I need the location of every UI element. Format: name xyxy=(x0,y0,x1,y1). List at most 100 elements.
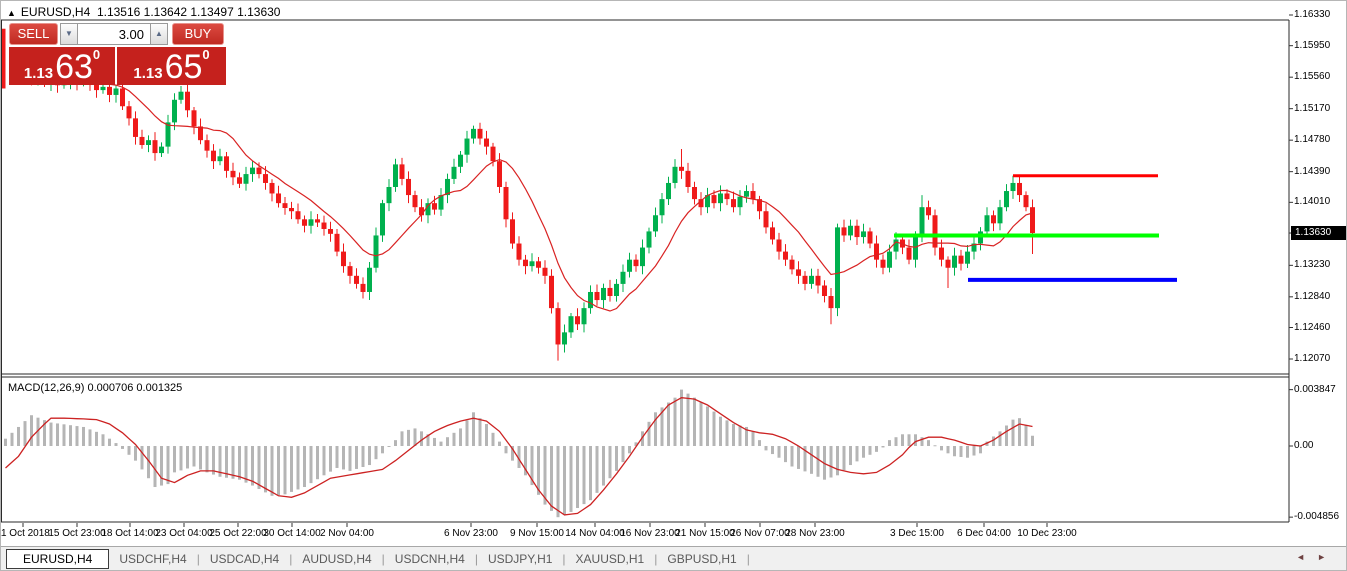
candle xyxy=(218,156,223,161)
time-axis-label: 21 Nov 15:00 xyxy=(675,528,735,539)
buy-price-big: 65 xyxy=(165,52,203,82)
candle xyxy=(263,174,268,183)
candle xyxy=(588,292,593,308)
macd-histogram-bar xyxy=(297,446,300,489)
candle xyxy=(393,164,398,187)
time-axis-label: 6 Nov 23:00 xyxy=(444,528,498,539)
candle xyxy=(211,151,216,161)
candle xyxy=(855,226,860,237)
volume-increase-button[interactable]: ▲ xyxy=(150,23,168,45)
macd-histogram-bar xyxy=(310,446,313,483)
macd-histogram-bar xyxy=(271,446,274,496)
candle xyxy=(959,256,964,264)
time-axis-label: 6 Dec 04:00 xyxy=(957,528,1011,539)
candle xyxy=(848,226,853,236)
tab-gbpusd-h1[interactable]: GBPUSD,H1 xyxy=(657,552,746,566)
candle xyxy=(1004,191,1009,207)
macd-histogram-bar xyxy=(63,424,66,446)
candle xyxy=(2,29,6,89)
sell-price-big: 63 xyxy=(55,52,93,82)
macd-histogram-bar xyxy=(401,431,404,446)
candle xyxy=(686,171,691,187)
volume-input[interactable] xyxy=(78,23,150,45)
macd-histogram-bar xyxy=(466,420,469,446)
macd-histogram-bar xyxy=(765,446,768,450)
macd-histogram-bar xyxy=(141,446,144,469)
time-axis-label: 9 Nov 15:00 xyxy=(510,528,564,539)
tab-eurusd-h4[interactable]: EURUSD,H4 xyxy=(6,549,109,569)
volume-decrease-button[interactable]: ▼ xyxy=(60,23,78,45)
buy-button[interactable]: BUY xyxy=(172,23,224,45)
tab-xauusd-h1[interactable]: XAUUSD,H1 xyxy=(566,552,655,566)
macd-histogram-bar xyxy=(843,446,846,470)
candle xyxy=(718,193,723,203)
tab-usdjpy-h1[interactable]: USDJPY,H1 xyxy=(478,552,562,566)
candle xyxy=(322,223,327,229)
candle xyxy=(231,171,236,177)
macd-histogram-bar xyxy=(830,446,833,477)
tab-usdchf-h4[interactable]: USDCHF,H4 xyxy=(109,552,196,566)
macd-histogram-bar xyxy=(739,425,742,446)
price-chart-canvas[interactable] xyxy=(1,1,1347,571)
time-axis-label: 11 Oct 2018 xyxy=(0,528,50,539)
macd-histogram-bar xyxy=(193,446,196,467)
macd-histogram-bar xyxy=(654,412,657,446)
macd-histogram-bar xyxy=(557,446,560,517)
candle xyxy=(250,168,255,174)
sell-button[interactable]: SELL xyxy=(9,23,58,45)
macd-histogram-bar xyxy=(895,437,898,446)
candle xyxy=(146,140,151,145)
macd-histogram-bar xyxy=(1018,418,1021,446)
candle xyxy=(283,203,288,208)
candle xyxy=(471,129,476,139)
candle xyxy=(946,260,951,268)
buy-price-prefix: 1.13 xyxy=(133,65,162,82)
tab-separator: | xyxy=(747,552,750,566)
macd-histogram-bar xyxy=(869,446,872,455)
candle xyxy=(159,147,164,153)
macd-tick-label: 0.003847 xyxy=(1294,384,1347,395)
macd-histogram-bar xyxy=(76,426,79,446)
macd-histogram-bar xyxy=(238,446,241,480)
macd-histogram-bar xyxy=(11,433,14,446)
scroll-left-icon[interactable]: ◄ xyxy=(1296,552,1317,562)
macd-histogram-bar xyxy=(856,446,859,461)
tab-scroll-arrows[interactable]: ◄► xyxy=(1296,552,1338,562)
tab-audusd-h4[interactable]: AUDUSD,H4 xyxy=(292,552,381,566)
macd-histogram-bar xyxy=(30,415,33,446)
one-click-trading-widget: SELL ▼ ▲ BUY 1.13 63 0 1.13 65 0 xyxy=(9,23,226,86)
macd-histogram-bar xyxy=(901,434,904,446)
candle xyxy=(777,239,782,251)
macd-histogram-bar xyxy=(979,446,982,453)
candle xyxy=(374,235,379,267)
macd-histogram-bar xyxy=(1025,425,1028,446)
candle xyxy=(920,207,925,235)
candle xyxy=(348,266,353,276)
candle xyxy=(725,193,730,199)
macd-histogram-bar xyxy=(505,446,508,453)
buy-price-display[interactable]: 1.13 65 0 xyxy=(117,47,226,85)
macd-histogram-bar xyxy=(771,446,774,454)
candle xyxy=(341,252,346,267)
tab-usdcnh-h4[interactable]: USDCNH,H4 xyxy=(385,552,475,566)
moving-average-line xyxy=(64,76,1033,311)
sell-price-display[interactable]: 1.13 63 0 xyxy=(9,47,115,85)
candle xyxy=(978,231,983,243)
macd-histogram-bar xyxy=(875,446,878,452)
macd-histogram-bar xyxy=(277,446,280,495)
candle xyxy=(543,268,548,276)
tab-usdcad-h4[interactable]: USDCAD,H4 xyxy=(200,552,289,566)
candle xyxy=(367,268,372,292)
candle xyxy=(790,260,795,270)
macd-histogram-bar xyxy=(999,431,1002,446)
price-tick-label: 1.14390 xyxy=(1294,166,1347,177)
macd-histogram-bar xyxy=(82,427,85,446)
macd-histogram-bar xyxy=(108,439,111,446)
scroll-right-icon[interactable]: ► xyxy=(1317,552,1338,562)
candle xyxy=(504,187,509,219)
candle xyxy=(842,227,847,235)
macd-histogram-bar xyxy=(186,446,189,468)
candle xyxy=(1017,183,1022,195)
macd-histogram-bar xyxy=(563,446,566,515)
candle xyxy=(536,261,541,267)
